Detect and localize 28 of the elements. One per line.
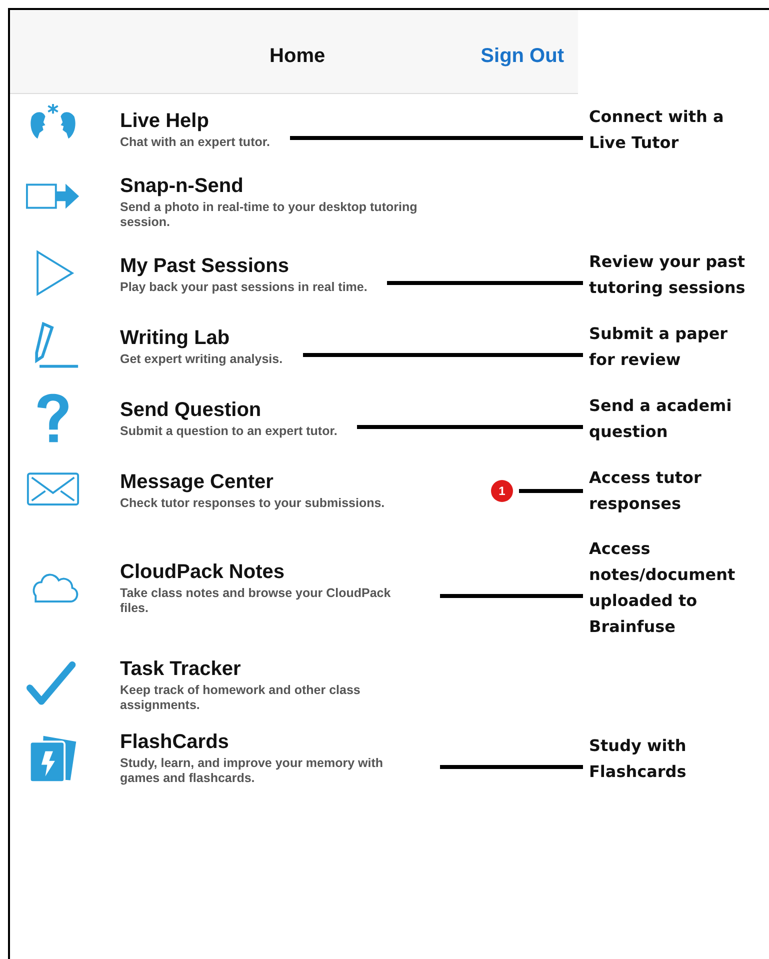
callout-text: Access notes/document uploaded to Brainfuse (589, 538, 736, 638)
menu-item-description: Take class notes and browse your CloudPack files. (120, 586, 392, 616)
menu-item-title[interactable]: My Past Sessions (120, 255, 368, 278)
callout-text: Review your past tutoring sessions (589, 251, 746, 299)
menu-item-description: Keep track of homework and other class assignments. (120, 683, 362, 713)
menu-item-description: Study, learn, and improve your memory with games and flashcards. (120, 756, 384, 786)
sign-out-button[interactable]: Sign Out (474, 44, 578, 69)
menu-item-description: Get expert writing analysis. (120, 352, 283, 367)
menu-item-title[interactable]: Task Tracker (120, 658, 420, 681)
callout-text: Connect with a Live Tutor (589, 106, 725, 154)
menu-item-title[interactable]: Writing Lab (120, 327, 283, 350)
menu-item-title[interactable]: Message Center (120, 471, 385, 494)
menu-item-title[interactable]: Live Help (120, 110, 270, 133)
menu-item-description: Submit a question to an expert tutor. (120, 424, 338, 439)
menu-item-description: Play back your past sessions in real time. (120, 280, 368, 295)
screen-title: Home (268, 45, 326, 68)
menu-item-description: Send a photo in real-time to your desktop tutoring session. (120, 200, 418, 230)
callout-text: Submit a paper for review (589, 323, 729, 371)
callout-text: Study with Flashcards (589, 734, 688, 782)
menu-item-title[interactable]: Snap-n-Send (120, 175, 420, 198)
callout-text: Send a academi question (589, 395, 733, 443)
menu-item-description: Chat with an expert tutor. (120, 135, 270, 150)
menu-item-title[interactable]: CloudPack Notes (120, 560, 420, 584)
notification-badge: 1 (491, 480, 513, 502)
menu-item-title[interactable]: Send Question (120, 399, 338, 422)
menu-item-title[interactable]: FlashCards (120, 731, 420, 754)
menu-item-description: Check tutor responses to your submissions. (120, 496, 385, 511)
callout-text: Access tutor responses (589, 467, 702, 515)
